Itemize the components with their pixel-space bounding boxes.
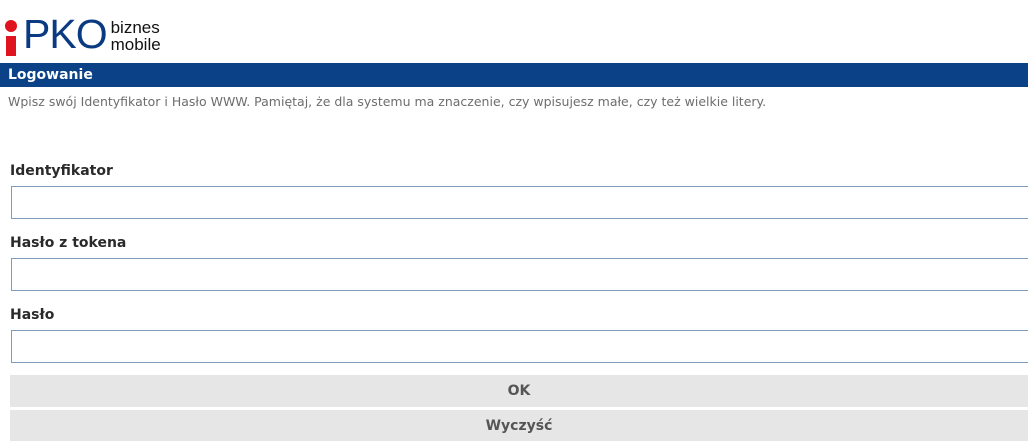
identifier-input[interactable] <box>11 186 1028 219</box>
instruction-text: Wpisz swój Identyfikator i Hasło WWW. Pa… <box>8 94 767 109</box>
token-password-label: Hasło z tokena <box>10 235 127 251</box>
clear-button[interactable]: Wyczyść <box>10 410 1028 441</box>
password-label: Hasło <box>10 307 55 323</box>
login-page: PKO biznes mobile Logowanie Wpisz swój I… <box>0 0 1028 441</box>
logo-i-stem <box>6 36 16 56</box>
section-header: Logowanie <box>0 63 1028 87</box>
logo-i-dot <box>5 20 17 32</box>
ok-button[interactable]: OK <box>10 375 1028 407</box>
password-input[interactable] <box>11 330 1028 363</box>
logo-subtitle: biznes mobile <box>111 19 161 56</box>
logo-subtitle-line1: biznes <box>110 18 160 37</box>
section-title: Logowanie <box>8 67 93 83</box>
token-password-input[interactable] <box>11 258 1028 291</box>
logo-subtitle-line2: mobile <box>110 35 161 54</box>
identifier-label: Identyfikator <box>10 163 113 179</box>
logo-i-mark-icon <box>4 12 20 56</box>
logo-brand: PKO <box>23 11 108 57</box>
ipko-biznes-mobile-logo: PKO biznes mobile <box>4 4 161 56</box>
